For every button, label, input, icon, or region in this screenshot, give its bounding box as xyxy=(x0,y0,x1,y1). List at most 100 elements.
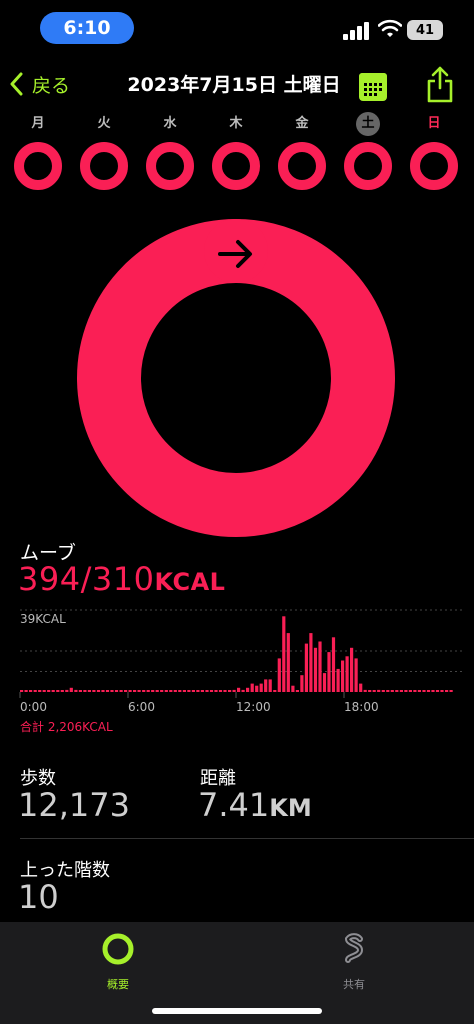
chart-bar xyxy=(42,690,46,692)
chart-bar xyxy=(47,690,51,692)
chart-bar xyxy=(286,633,290,692)
home-indicator xyxy=(152,1008,322,1014)
day-ring xyxy=(212,142,260,190)
chart-bar xyxy=(182,690,186,692)
chart-bar xyxy=(241,689,245,692)
navigation-bar: 戻る 2023年7月15日 土曜日 xyxy=(0,64,474,104)
chart-tick-label: 0:00 xyxy=(20,700,47,714)
chart-bar xyxy=(372,690,376,692)
chart-bar xyxy=(404,690,408,692)
day-tuesday[interactable]: 火 xyxy=(76,114,132,196)
distance-value: 7.41KM xyxy=(198,786,312,824)
day-friday[interactable]: 金 xyxy=(274,114,330,196)
chart-bar xyxy=(83,690,87,692)
chart-bar xyxy=(160,690,164,692)
chart-bar xyxy=(69,687,73,692)
chart-bar xyxy=(304,643,308,692)
day-ring xyxy=(278,142,326,190)
chart-bar xyxy=(205,690,209,692)
chart-bar xyxy=(449,690,453,692)
chart-bar xyxy=(105,690,110,692)
chart-bar xyxy=(435,690,440,692)
day-label: 水 xyxy=(163,116,177,131)
move-total: 合計 2,206KCAL xyxy=(20,720,113,734)
chart-bar xyxy=(273,690,277,692)
chart-bar xyxy=(114,690,119,692)
chart-bar xyxy=(137,690,141,692)
chart-bar xyxy=(277,658,281,692)
day-ring xyxy=(146,142,194,190)
chart-bar xyxy=(368,690,372,692)
sharing-icon xyxy=(344,933,364,963)
day-label: 火 xyxy=(97,116,111,131)
chart-bar xyxy=(282,616,286,692)
chart-bar xyxy=(250,683,254,692)
chart-bar xyxy=(377,689,381,692)
chart-bar xyxy=(146,690,150,692)
divider xyxy=(20,838,474,839)
chart-bar xyxy=(395,690,399,692)
chart-bar xyxy=(390,690,394,692)
chart-bar xyxy=(29,690,33,692)
chart-bar xyxy=(223,690,227,692)
day-label: 木 xyxy=(229,116,243,131)
chart-bar xyxy=(87,690,91,692)
chart-bar xyxy=(24,690,28,692)
day-saturday[interactable]: 土 xyxy=(340,112,396,196)
chart-bar xyxy=(214,690,218,692)
day-ring xyxy=(14,142,62,190)
chart-bar xyxy=(51,690,55,692)
activity-rings-icon xyxy=(102,933,134,965)
chart-bar xyxy=(350,647,354,692)
chart-bar xyxy=(96,690,101,692)
calendar-icon[interactable] xyxy=(358,72,388,102)
move-ring-end-cap xyxy=(204,219,268,283)
chart-max-label: 39KCAL xyxy=(20,612,66,626)
tab-summary[interactable]: 概要 xyxy=(68,932,168,994)
day-label: 日 xyxy=(427,116,441,131)
chart-bar xyxy=(142,690,146,692)
floors-value: 10 xyxy=(18,878,59,916)
chart-bar xyxy=(318,641,322,692)
distance-number: 7.41 xyxy=(198,786,270,824)
chart-bar xyxy=(110,690,114,692)
back-button[interactable]: 戻る xyxy=(10,67,70,101)
day-sunday[interactable]: 日 xyxy=(406,114,462,196)
chart-bar xyxy=(155,690,159,692)
chart-bar xyxy=(20,690,24,692)
chart-bar xyxy=(417,690,421,692)
chart-bar xyxy=(300,675,304,692)
chart-bar xyxy=(232,689,236,692)
day-wednesday[interactable]: 水 xyxy=(142,114,198,196)
chart-bar xyxy=(426,690,431,692)
chart-bar xyxy=(264,679,268,692)
week-selector: 月 火 水 木 金 土 日 xyxy=(0,112,474,196)
move-value: 394/310KCAL xyxy=(18,560,225,598)
chart-bar xyxy=(327,652,331,692)
back-label: 戻る xyxy=(32,74,71,97)
chart-bar xyxy=(259,683,263,692)
day-label-selected: 土 xyxy=(356,112,380,136)
chart-bar xyxy=(408,690,412,692)
chart-bar xyxy=(386,690,390,692)
day-label: 月 xyxy=(31,116,45,131)
share-icon[interactable] xyxy=(424,64,456,104)
chart-bar xyxy=(422,690,426,692)
chart-bar xyxy=(124,690,128,692)
chart-bar xyxy=(38,690,42,692)
day-thursday[interactable]: 木 xyxy=(208,114,264,196)
chart-bar xyxy=(345,656,349,692)
chart-bar xyxy=(218,690,223,692)
chart-bar xyxy=(313,647,318,692)
chart-bar xyxy=(237,687,241,692)
chart-bar xyxy=(291,685,295,692)
chart-bar xyxy=(268,679,272,692)
chart-bar xyxy=(74,689,78,692)
tab-sharing[interactable]: 共有 xyxy=(304,932,404,994)
day-monday[interactable]: 月 xyxy=(10,114,66,196)
chart-tick-label: 18:00 xyxy=(344,700,379,714)
chart-bar xyxy=(173,690,177,692)
status-time[interactable]: 6:10 xyxy=(40,12,134,44)
chart-bar xyxy=(101,690,105,692)
chart-bar xyxy=(128,690,132,692)
